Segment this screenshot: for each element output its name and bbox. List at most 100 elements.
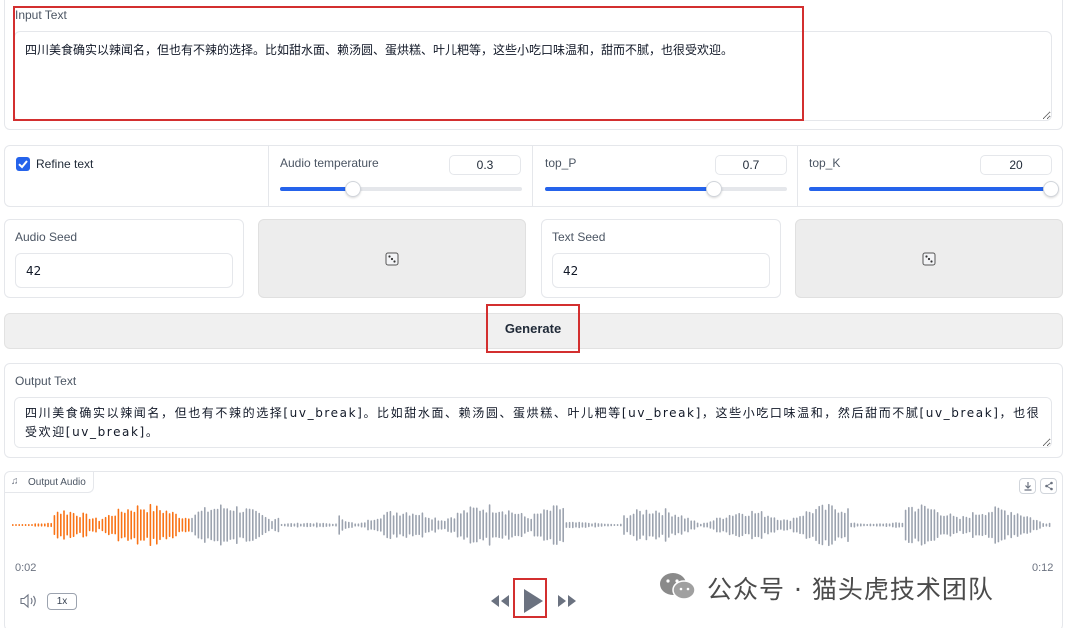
audio-seed-label: Audio Seed <box>15 230 78 244</box>
top-p-input[interactable]: 0.7 <box>715 155 787 175</box>
text-seed-label: Text Seed <box>552 230 606 244</box>
waveform-bar <box>991 511 993 539</box>
waveform-bar <box>696 522 699 528</box>
waveform-bar <box>40 523 43 527</box>
text-seed-input[interactable] <box>552 253 770 288</box>
waveform-bar <box>540 513 542 537</box>
waveform-bar <box>754 513 756 537</box>
audio-seed-input[interactable] <box>15 253 233 288</box>
waveform-bar <box>188 518 190 532</box>
waveform-bar <box>98 520 100 530</box>
wechat-icon <box>660 573 696 600</box>
waveform-bar <box>616 524 619 526</box>
waveform-bar <box>706 522 708 528</box>
audio-temperature-slider[interactable] <box>345 181 361 197</box>
top-p-slider[interactable] <box>706 181 722 197</box>
waveform-bar <box>303 523 305 527</box>
waveform-bar <box>965 516 968 534</box>
waveform-bar <box>1042 523 1044 527</box>
waveform-bar <box>239 512 241 538</box>
top-k-label: top_K <box>809 156 841 170</box>
waveform-bar <box>764 516 766 534</box>
waveform-bar <box>664 508 667 542</box>
waveform-bar <box>344 521 347 529</box>
waveform-bar <box>796 517 798 533</box>
waveform-bar <box>114 515 116 535</box>
audio-temperature-label: Audio temperature <box>280 156 379 170</box>
waveform-bar <box>440 520 443 530</box>
waveform-bar <box>693 520 696 530</box>
waveform-bar <box>968 517 971 533</box>
input-text-field[interactable]: 四川美食确实以辣闻名，但也有不辣的选择。比如甜水面、赖汤圆、蛋烘糕、叶儿粑等，这… <box>14 31 1052 121</box>
waveform-bar <box>770 517 772 533</box>
waveform-bar <box>751 510 753 540</box>
waveform-bar <box>351 522 353 528</box>
waveform-bar <box>76 515 78 535</box>
waveform-bar <box>1036 519 1038 531</box>
waveform-bar <box>940 515 942 535</box>
waveform-bar <box>360 522 363 528</box>
waveform-bar <box>56 511 59 539</box>
input-text-label: Input Text <box>15 8 67 22</box>
waveform-bar <box>498 511 500 539</box>
output-text-field[interactable]: 四川美食确实以辣闻名，但也有不辣的选择[uv_break]。比如甜水面、赖汤圆、… <box>14 397 1052 448</box>
waveform-bar <box>956 516 958 534</box>
playback-speed-button[interactable]: 1x <box>47 593 77 610</box>
waveform-bar <box>21 524 24 526</box>
top-k-input[interactable]: 20 <box>980 155 1052 175</box>
audio-seed-random-button[interactable] <box>258 219 526 298</box>
waveform-bar <box>757 512 760 538</box>
waveform-bar <box>812 513 814 537</box>
waveform-bar <box>1007 514 1009 536</box>
waveform-bar <box>943 515 945 535</box>
waveform-bar <box>204 507 206 543</box>
waveform-bar <box>677 516 680 534</box>
audio-waveform[interactable] <box>12 500 1052 550</box>
waveform-bar <box>933 509 936 541</box>
waveform-bar <box>364 522 366 528</box>
waveform-bar <box>748 515 750 535</box>
waveform-bar <box>143 509 145 541</box>
waveform-bar <box>783 519 785 531</box>
fast-forward-button[interactable] <box>556 593 578 614</box>
text-seed-random-button[interactable] <box>795 219 1063 298</box>
play-button[interactable] <box>522 588 544 619</box>
waveform-bar <box>684 518 686 532</box>
waveform-bar <box>325 523 328 527</box>
waveform-bar <box>639 510 641 540</box>
waveform-bar <box>447 518 449 532</box>
rewind-button[interactable] <box>489 593 511 614</box>
waveform-bar <box>367 519 369 531</box>
waveform-bar <box>591 523 593 527</box>
waveform-bar <box>402 513 404 537</box>
waveform-bar <box>47 522 49 528</box>
share-button[interactable] <box>1040 478 1057 494</box>
waveform-bar <box>725 517 728 533</box>
waveform-bar <box>738 512 740 538</box>
waveform-bar <box>588 522 590 528</box>
waveform-bar <box>140 509 142 541</box>
refine-text-checkbox[interactable] <box>16 157 30 171</box>
waveform-bar <box>293 523 296 527</box>
waveform-bar <box>658 512 660 538</box>
waveform-bar <box>194 514 196 536</box>
audio-temperature-input[interactable]: 0.3 <box>449 155 521 175</box>
waveform-bar <box>680 515 683 535</box>
waveform-bar <box>975 514 977 536</box>
waveform-bar <box>216 508 219 542</box>
waveform-bar <box>792 517 795 533</box>
waveform-bar <box>808 511 811 539</box>
volume-icon[interactable] <box>19 593 39 614</box>
waveform-bar <box>853 522 856 528</box>
waveform-bar <box>818 505 820 545</box>
waveform-bar <box>892 522 894 528</box>
waveform-bar <box>207 511 209 539</box>
waveform-bar <box>821 504 824 546</box>
dice-icon <box>922 252 936 265</box>
waveform-bar <box>546 509 548 541</box>
download-button[interactable] <box>1019 478 1036 494</box>
waveform-bar <box>568 521 571 528</box>
top-k-slider[interactable] <box>1043 181 1059 197</box>
waveform-bar <box>514 513 516 537</box>
waveform-bar <box>936 512 939 538</box>
